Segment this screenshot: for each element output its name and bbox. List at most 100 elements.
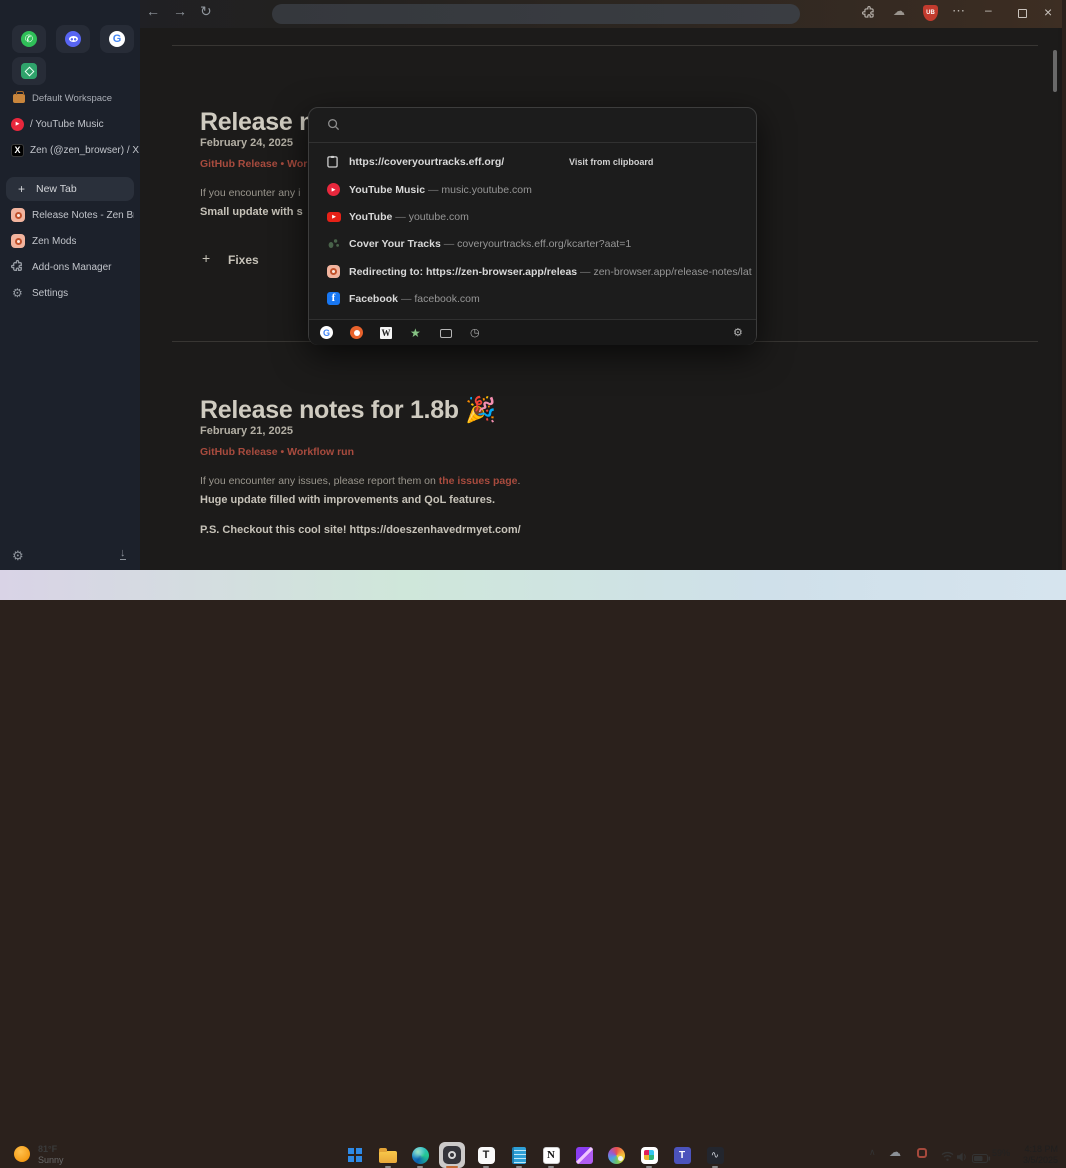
article-text: P.S. Checkout this cool site! https://do… [200, 524, 521, 536]
fixes-section-toggle[interactable]: Fixes [228, 253, 259, 267]
expand-plus-icon[interactable]: + [202, 250, 210, 266]
workspace-selector[interactable]: Default Workspace [0, 88, 140, 108]
file-explorer-button[interactable] [378, 1145, 398, 1165]
pinned-tab-x[interactable]: X Zen (@zen_browser) / X [0, 140, 140, 160]
bookmarks-filter-icon[interactable]: ★ [410, 326, 421, 340]
url-bar[interactable] [272, 4, 800, 24]
paint-palette-icon [608, 1147, 625, 1164]
suggestion-domain: zen-browser.app/release-notes/lat [593, 266, 751, 278]
forward-button[interactable]: → [173, 3, 187, 19]
suggestion-cover-your-tracks[interactable]: Cover Your Tracks — coveryourtracks.eff.… [309, 230, 756, 257]
article-links[interactable]: GitHub Release • Worl [200, 158, 310, 170]
edge-icon [412, 1147, 429, 1164]
notepad-icon [512, 1147, 526, 1164]
teams-icon: T [674, 1147, 691, 1164]
duckduckgo-search-icon[interactable] [350, 326, 363, 339]
sidebar-settings-gear-icon[interactable]: ⚙ [12, 548, 24, 564]
back-button[interactable]: ← [146, 3, 160, 19]
edge-button[interactable] [410, 1145, 430, 1165]
footprint-icon [327, 237, 340, 250]
extensions-puzzle-icon[interactable] [862, 6, 876, 25]
tab-zen-mods[interactable]: Zen Mods [0, 231, 140, 251]
workspace-tile-whatsapp[interactable]: ✆ [12, 25, 46, 53]
tabs-filter-icon[interactable] [440, 329, 452, 338]
slack-button[interactable] [639, 1145, 659, 1165]
close-button[interactable]: × [1044, 4, 1052, 20]
suggestion-facebook[interactable]: f Facebook — facebook.com [309, 285, 756, 312]
downloads-icon[interactable]: ↓ [120, 548, 126, 560]
workspace-tile-discord[interactable] [56, 25, 90, 53]
taskbar: 81°F Sunny T N T ∿ ∧ ☁ [0, 570, 1066, 600]
zen-browser-button-active[interactable] [439, 1142, 465, 1168]
dark-app-button[interactable]: ∿ [705, 1145, 725, 1165]
suggestion-youtube-music[interactable]: YouTube Music — music.youtube.com [309, 176, 756, 203]
notepad-button[interactable] [509, 1145, 529, 1165]
discord-icon [65, 31, 81, 47]
folder-icon [379, 1151, 397, 1163]
youtube-icon [327, 212, 341, 222]
workspace-tile-google[interactable]: G [100, 25, 134, 53]
history-filter-icon[interactable]: ◷ [470, 326, 480, 339]
pinned-tab-youtube-music[interactable]: / YouTube Music [0, 114, 140, 134]
tab-release-notes[interactable]: Release Notes - Zen Brow [0, 205, 140, 225]
suggestion-zen-redirect[interactable]: Redirecting to: https://zen-browser.app/… [309, 258, 756, 285]
start-button[interactable] [345, 1145, 365, 1165]
plus-icon: + [18, 182, 25, 196]
workspace-tile-green-app[interactable] [12, 57, 46, 85]
zen-browser-icon [443, 1146, 461, 1164]
separator: — [395, 211, 406, 223]
scrollbar-thumb[interactable] [1053, 50, 1057, 92]
volume-icon[interactable] [957, 1149, 969, 1167]
clock[interactable]: 4:18 PM 3/5/2025 [1000, 1144, 1058, 1166]
notion-button[interactable]: N [541, 1145, 561, 1165]
youtube-music-icon [327, 183, 340, 196]
minimize-button[interactable]: – [985, 3, 992, 17]
article-date: February 21, 2025 [200, 425, 293, 437]
search-settings-gear-icon[interactable]: ⚙ [733, 326, 743, 339]
tab-label: Add-ons Manager [32, 262, 112, 273]
suggestion-youtube[interactable]: YouTube — youtube.com [309, 203, 756, 230]
weather-temp[interactable]: 81°F [38, 1144, 57, 1154]
suggestion-title: Cover Your Tracks [349, 238, 441, 250]
zen-tab-icon [11, 234, 25, 248]
workspace-label: Default Workspace [32, 93, 112, 104]
tab-addons-manager[interactable]: Add-ons Manager [0, 257, 140, 277]
tray-app-icon[interactable] [917, 1148, 927, 1158]
teams-button[interactable]: T [672, 1145, 692, 1165]
sidebar: ✆ G Default Workspace / YouTube Music X [0, 0, 140, 570]
weather-condition[interactable]: Sunny [38, 1155, 64, 1165]
new-tab-button[interactable]: + New Tab [6, 177, 134, 201]
suggestion-title: YouTube Music [349, 184, 425, 196]
tab-settings[interactable]: ⚙ Settings [0, 283, 140, 303]
onedrive-cloud-icon[interactable]: ☁ [889, 1145, 901, 1159]
separator: — [401, 293, 412, 305]
suggestion-domain: music.youtube.com [441, 184, 531, 196]
whatsapp-icon: ✆ [21, 31, 37, 47]
article-text: Small update with s [200, 206, 303, 218]
new-tab-label: New Tab [36, 183, 77, 195]
affinity-button[interactable] [574, 1145, 594, 1165]
google-search-icon[interactable]: G [320, 326, 333, 339]
separator: — [580, 266, 591, 278]
suggestion-clipboard[interactable]: https://coveryourtracks.eff.org/ Visit f… [309, 148, 756, 175]
tab-label: Release Notes - Zen Brow [32, 210, 134, 221]
tray-chevron-icon[interactable]: ∧ [869, 1147, 876, 1158]
ublock-origin-icon[interactable]: UB [923, 5, 938, 21]
divider [309, 142, 756, 143]
maximize-button[interactable] [1018, 9, 1027, 18]
t-app-button[interactable]: T [476, 1145, 496, 1165]
overflow-menu-button[interactable]: ⋯ [952, 3, 966, 19]
issues-page-link[interactable]: the issues page [439, 475, 518, 487]
wikipedia-search-icon[interactable]: W [380, 327, 392, 339]
battery-icon[interactable] [972, 1150, 991, 1168]
article-links[interactable]: GitHub Release • Workflow run [200, 446, 354, 458]
weather-sun-icon[interactable] [14, 1146, 30, 1162]
issues-text: If you encounter any issues, please repo… [200, 475, 439, 487]
paint-button[interactable] [606, 1145, 626, 1165]
wifi-icon[interactable] [941, 1149, 954, 1167]
separator: — [444, 238, 455, 250]
pinned-tab-label: Zen (@zen_browser) / X [30, 145, 139, 156]
reload-button[interactable]: ↻ [200, 3, 212, 20]
separator: — [428, 184, 439, 196]
extension-icon[interactable]: ☁ [893, 4, 905, 18]
